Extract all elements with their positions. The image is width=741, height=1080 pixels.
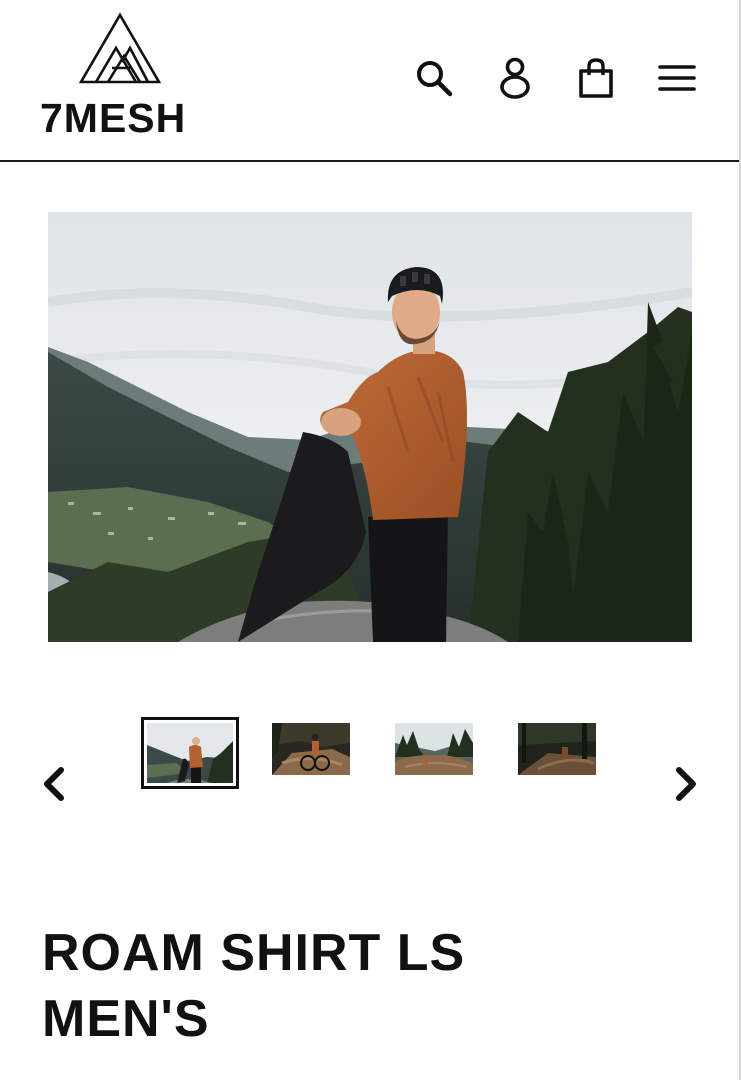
thumbnail-4[interactable] (518, 723, 596, 775)
cart-icon (579, 58, 613, 98)
search-button[interactable] (414, 56, 454, 100)
chevron-right-icon (676, 767, 696, 801)
thumbnail-gallery (0, 715, 741, 855)
brand-logo[interactable]: 7MESH (38, 12, 208, 142)
account-icon (500, 57, 530, 99)
next-image-button[interactable] (669, 763, 703, 805)
thumbnail-2[interactable] (272, 723, 350, 775)
menu-icon (658, 65, 696, 91)
rider-on-mountain-photo (48, 212, 692, 642)
chevron-left-icon (44, 767, 64, 801)
header-actions (414, 56, 697, 100)
thumbnail-rider-mountain-image (147, 723, 233, 783)
thumbnail-1[interactable] (141, 717, 239, 789)
menu-button[interactable] (657, 56, 697, 100)
thumbnail-forest-trail-image (518, 723, 596, 775)
product-title: ROAM SHIRT LS MEN'S (42, 920, 702, 1052)
brand-name: 7MESH (40, 95, 187, 141)
account-button[interactable] (495, 56, 535, 100)
product-hero-image[interactable] (48, 212, 692, 642)
thumbnail-rock-ledge-image (395, 723, 473, 775)
thumbnail-rider-trail-image (272, 723, 350, 775)
cart-button[interactable] (576, 56, 616, 100)
previous-image-button[interactable] (37, 763, 71, 805)
logo-mountain-icon (78, 12, 162, 84)
search-icon (417, 61, 453, 97)
site-header: 7MESH (0, 0, 741, 162)
product-title-line-2: MEN'S (42, 990, 210, 1048)
thumbnail-3[interactable] (395, 723, 473, 775)
product-title-line-1: ROAM SHIRT LS (42, 924, 466, 982)
